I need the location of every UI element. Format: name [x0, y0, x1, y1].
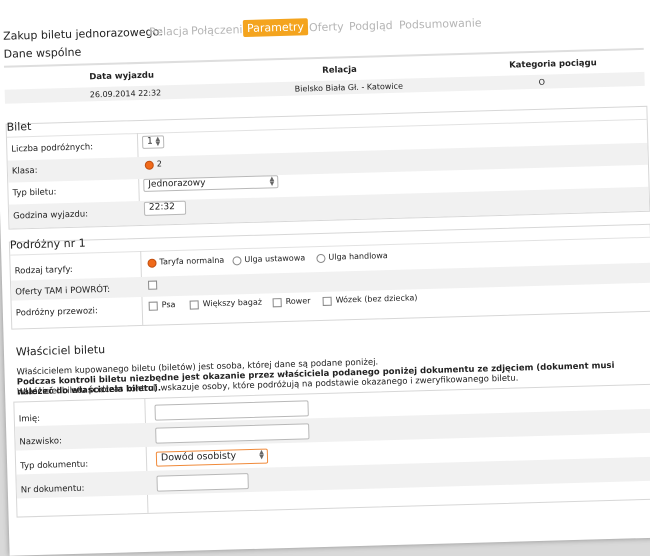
label-klasa: Klasa:: [11, 165, 38, 177]
rower-label: Rower: [285, 296, 311, 306]
value-kategoria: O: [538, 77, 546, 87]
podrozny-title: Podróżny nr 1: [9, 236, 86, 252]
label-liczba: Liczba podróżnych:: [11, 142, 94, 155]
liczba-value: 1: [146, 136, 154, 147]
oferty-tam-powrot-checkbox[interactable]: [148, 280, 158, 290]
ulga-ustawowa-radio[interactable]: [232, 256, 242, 266]
tab-podsumowanie[interactable]: Podsumowanie: [399, 16, 482, 31]
label-typ: Typ biletu:: [12, 187, 57, 199]
tab-oferty[interactable]: Oferty: [309, 20, 344, 34]
wlasciciel-title: Właściciel biletu: [15, 343, 106, 359]
ulga-handlowa-label: Ulga handlowa: [328, 251, 388, 262]
bilet-section: Bilet Liczba podróżnych: 1 ▲ ▼ Klasa: 2 T…: [5, 105, 650, 230]
ulga-ustawowa-label: Ulga ustawowa: [244, 253, 306, 265]
chevron-down-icon: ▲ ▼: [259, 448, 265, 461]
chevron-down-icon: ▲ ▼: [269, 175, 275, 188]
godzina-value: 22:32: [148, 202, 176, 213]
spinner-icon: ▲ ▼: [155, 135, 161, 148]
wiekszy-bagaz-checkbox[interactable]: [189, 300, 199, 310]
tab-relacja[interactable]: Relacja: [149, 25, 189, 39]
nr-dokumentu-input[interactable]: [156, 473, 249, 492]
divider: [6, 118, 647, 138]
wizard-title: Zakup biletu jednorazowego:: [2, 25, 164, 43]
table-row: [15, 408, 650, 451]
wozek-label: Wózek (bez dziecka): [335, 293, 418, 305]
tab-polaczenia[interactable]: Połączenia: [191, 23, 250, 38]
label-rodzaj: Rodzaj taryfy:: [14, 264, 73, 277]
label-imie: Imię:: [18, 413, 41, 425]
tab-parametry[interactable]: Parametry: [242, 18, 309, 38]
table-row: [16, 456, 650, 499]
psa-checkbox[interactable]: [148, 301, 158, 311]
header-relacja: Relacja: [322, 64, 358, 76]
podrozny-section: Podróżny nr 1 Rodzaj taryfy: Taryfa norm…: [8, 223, 650, 330]
header-data-wyjazdu: Data wyjazdu: [89, 70, 155, 83]
liczba-podroznych-select[interactable]: 1 ▲ ▼: [141, 135, 165, 149]
typdok-value: Dowód osobisty: [160, 450, 237, 464]
typ-dokumentu-select[interactable]: Dowód osobisty ▲ ▼: [155, 448, 269, 467]
typ-biletu-select[interactable]: Jednorazowy ▲ ▼: [143, 175, 279, 192]
label-nrdok: Nr dokumentu:: [20, 483, 85, 496]
tab-podglad[interactable]: Podgląd: [349, 19, 393, 33]
label-nazwisko: Nazwisko:: [19, 436, 63, 448]
bilet-title: Bilet: [6, 120, 32, 134]
wiekszy-bagaz-label: Większy bagaż: [202, 297, 263, 309]
wlasciciel-section: Właściciel biletu Właścicielem kupowaneg…: [12, 328, 650, 518]
typ-value: Jednorazowy: [148, 178, 206, 190]
label-godzina: Godzina wyjazdu:: [13, 209, 89, 222]
godzina-input[interactable]: 22:32: [143, 200, 187, 216]
dane-wspolne-title: Dane wspólne: [3, 45, 82, 61]
label-typdok: Typ dokumentu:: [20, 459, 89, 472]
klasa-value: 2: [156, 159, 162, 169]
label-przewozi: Podróżny przewozi:: [15, 306, 98, 319]
taryfa-normalna-radio[interactable]: [147, 258, 157, 268]
taryfa-normalna-label: Taryfa normalna: [159, 255, 225, 267]
page-sheet: Zakup biletu jednorazowego: Relacja Połą…: [0, 0, 650, 556]
rower-checkbox[interactable]: [272, 298, 282, 308]
wozek-checkbox[interactable]: [322, 296, 332, 306]
ulga-handlowa-radio[interactable]: [316, 253, 326, 264]
table-row: [8, 186, 650, 229]
header-kategoria: Kategoria pociągu: [509, 58, 597, 71]
table-row: [7, 142, 648, 183]
psa-label: Psa: [161, 300, 176, 310]
divider: [144, 398, 149, 513]
wlasciciel-form: Imię: Nazwisko: Typ dokumentu: Dowód oso…: [13, 383, 650, 518]
imie-input[interactable]: [154, 400, 309, 421]
